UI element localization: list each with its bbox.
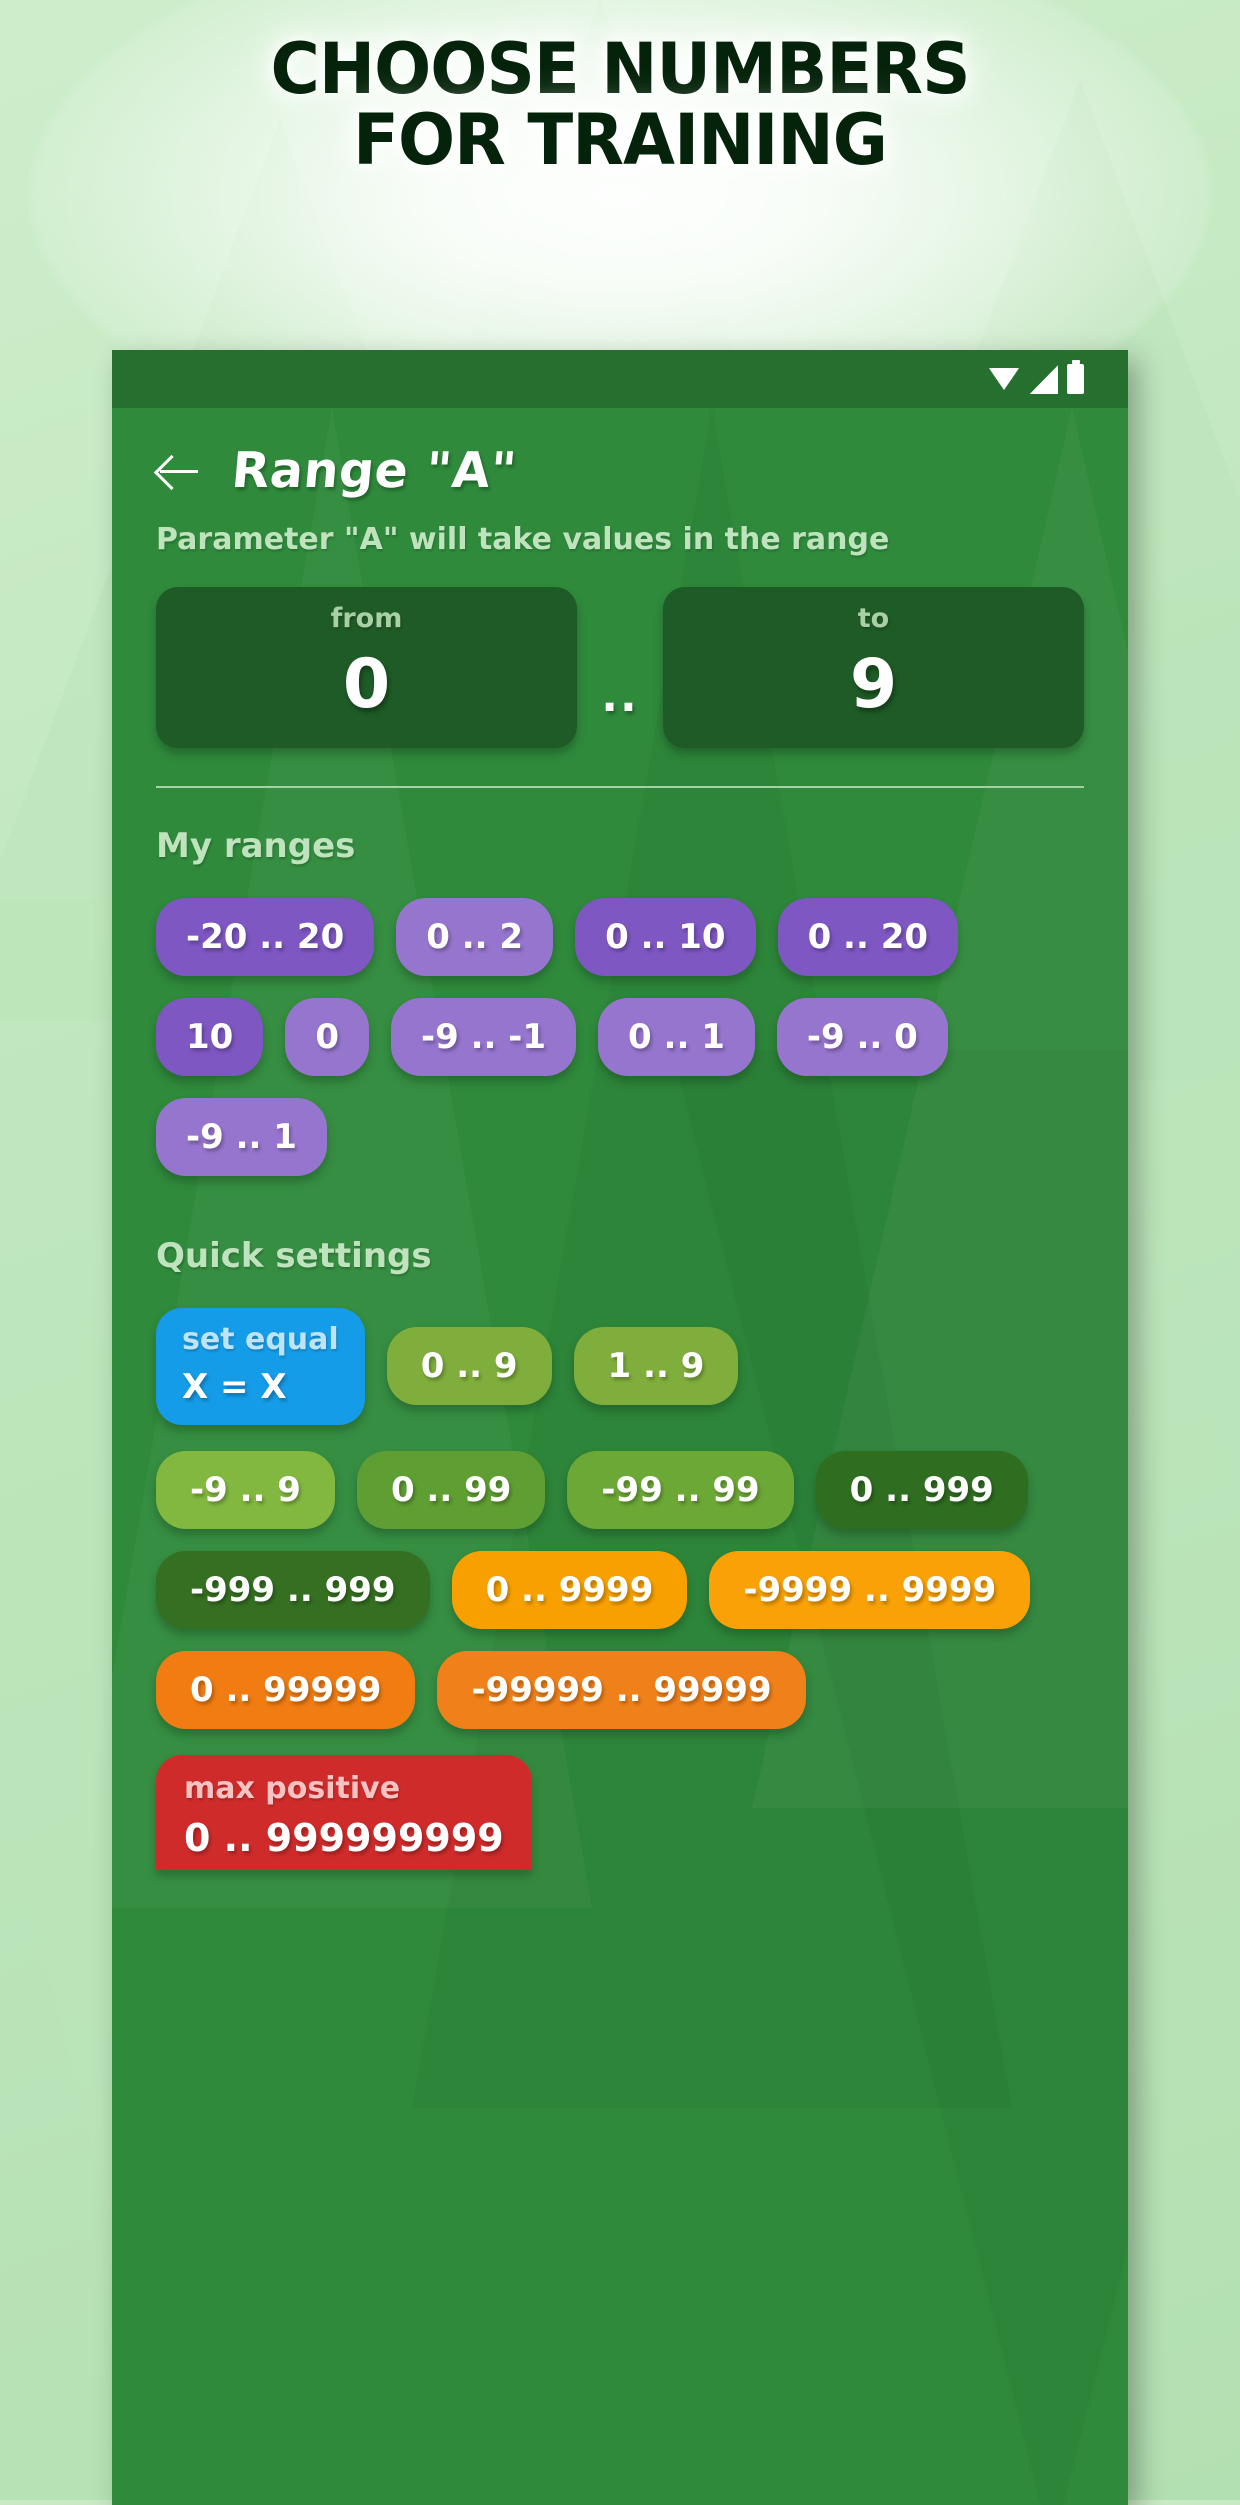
signal-icon: [1029, 365, 1058, 394]
quick-settings-chip-list: -9 .. 9 0 .. 99 -99 .. 99 0 .. 999 -999 .. 9…: [112, 1425, 1128, 1729]
set-equal-formula: X = X: [182, 1366, 287, 1407]
back-arrow-icon[interactable]: [156, 448, 202, 494]
range-chip[interactable]: -9 .. 1: [156, 1097, 327, 1176]
range-chip[interactable]: 0 .. 9: [386, 1327, 552, 1406]
range-separator: ..: [601, 670, 639, 722]
app-screen: Range "A" Parameter "A" will take values…: [112, 408, 1128, 1870]
set-equal-button[interactable]: set equal X = X: [156, 1307, 365, 1425]
quick-settings-heading: Quick settings: [156, 1235, 432, 1276]
range-to-box[interactable]: to 9: [663, 587, 1084, 748]
battery-icon: [1067, 360, 1084, 394]
range-chip[interactable]: -9 .. 0: [776, 997, 948, 1076]
range-chip[interactable]: 0 .. 10: [575, 897, 756, 976]
range-to-value: 9: [849, 645, 898, 725]
max-positive-card[interactable]: max positive 0 .. 999999999: [156, 1754, 532, 1870]
section-divider: [156, 785, 1084, 788]
range-chip[interactable]: 0 .. 1: [598, 997, 755, 1076]
range-from-value: 0: [342, 645, 391, 725]
range-chip[interactable]: 0 .. 99999: [156, 1650, 416, 1729]
range-chip[interactable]: 0 .. 9999: [451, 1550, 688, 1629]
range-chip[interactable]: 10: [156, 997, 264, 1076]
set-equal-caption: set equal: [182, 1321, 339, 1357]
max-positive-value: 0 .. 999999999: [184, 1815, 504, 1860]
range-from-box[interactable]: from 0: [156, 587, 577, 748]
range-chip[interactable]: -999 .. 999: [156, 1550, 430, 1629]
range-chip[interactable]: -9 .. -1: [391, 997, 577, 1076]
range-chip[interactable]: 0 .. 999: [815, 1450, 1028, 1529]
range-chip[interactable]: -20 .. 20: [156, 897, 375, 976]
my-ranges-chip-list: -20 .. 20 0 .. 2 0 .. 10 0 .. 20 10 0 -9 .. -1…: [112, 866, 1128, 1176]
range-chip[interactable]: 1 .. 9: [573, 1327, 739, 1406]
promo-headline: CHOOSE NUMBERS FOR TRAINING: [0, 28, 1240, 182]
my-ranges-heading: My ranges: [156, 825, 356, 866]
range-inputs: from 0 .. to 9: [112, 559, 1128, 748]
range-chip[interactable]: -9999 .. 9999: [709, 1550, 1031, 1629]
promo-line-2: FOR TRAINING: [353, 99, 888, 182]
range-chip[interactable]: -99999 .. 99999: [437, 1650, 806, 1729]
promo-line-1: CHOOSE NUMBERS: [270, 28, 970, 110]
app-bar: Range "A": [112, 408, 1128, 505]
range-chip[interactable]: 0: [285, 997, 369, 1076]
range-to-label: to: [857, 603, 890, 635]
range-chip[interactable]: 0 .. 20: [777, 897, 959, 976]
range-chip[interactable]: -9 .. 9: [156, 1450, 335, 1529]
range-chip[interactable]: 0 .. 99: [356, 1450, 546, 1529]
range-chip[interactable]: -99 .. 99: [567, 1450, 794, 1529]
wifi-icon: [989, 364, 1019, 394]
phone-screenshot: Range "A" Parameter "A" will take values…: [112, 350, 1128, 2505]
status-bar: [112, 350, 1128, 408]
page-subtitle: Parameter "A" will take values in the ra…: [156, 522, 890, 557]
max-positive-row: max positive 0 .. 999999999: [112, 1729, 1128, 1870]
page-title: Range "A": [229, 442, 520, 499]
range-chip[interactable]: 0 .. 2: [396, 897, 554, 976]
range-from-label: from: [330, 603, 403, 635]
max-positive-caption: max positive: [184, 1770, 401, 1806]
quick-settings-row-1: set equal X = X 0 .. 9 1 .. 9: [112, 1276, 1128, 1425]
